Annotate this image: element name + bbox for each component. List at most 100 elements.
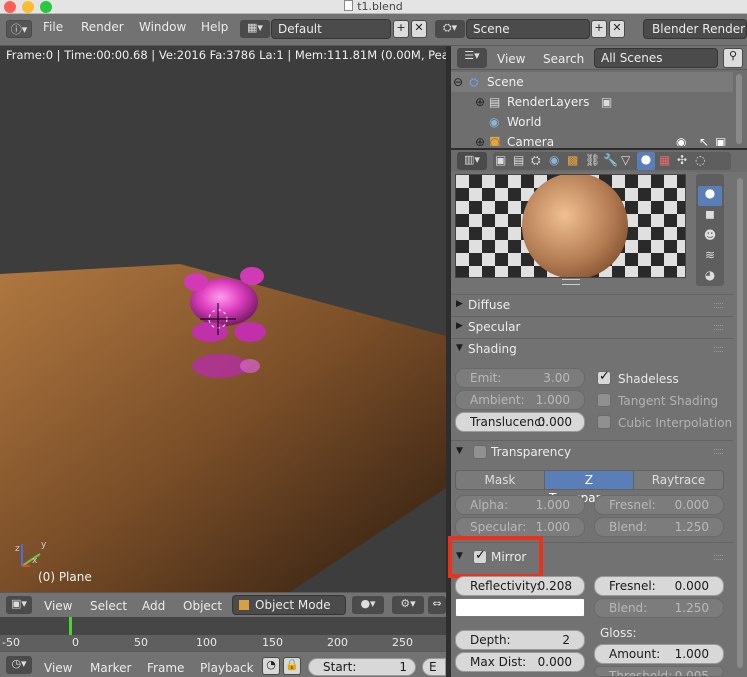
menu-frame[interactable]: Frame — [147, 661, 184, 675]
hair-preview-icon[interactable]: ≋ — [698, 248, 722, 268]
display-mode-dropdown[interactable]: All Scenes — [594, 48, 718, 68]
render-engine-dropdown[interactable]: Blender Render — [643, 19, 747, 39]
current-frame-marker[interactable] — [69, 617, 72, 635]
diffuse-panel-header[interactable]: ▶ Diffuse — [451, 294, 733, 316]
editor-type-info-icon[interactable]: ⓘ▾ — [6, 20, 32, 38]
tangent-shading-checkbox[interactable] — [597, 393, 611, 407]
sky-preview-icon[interactable]: ◕ — [698, 268, 722, 286]
scene-tab-icon[interactable]: ⛭ — [531, 153, 541, 168]
shading-panel-header[interactable]: ▼ Shading — [451, 338, 733, 360]
editor-type-properties-icon[interactable]: ▥▾ — [457, 152, 487, 170]
object-tab-icon[interactable]: ▩ — [567, 153, 578, 167]
modifiers-tab-icon[interactable]: 🔧 — [603, 153, 618, 167]
drag-grip-icon[interactable] — [714, 325, 723, 330]
emit-field[interactable]: Emit: 3.00 — [455, 368, 585, 388]
editor-type-timeline-icon[interactable]: ◷▾ — [6, 656, 32, 674]
start-frame-field[interactable]: Start: 1 — [308, 658, 416, 676]
menu-object[interactable]: Object — [183, 599, 222, 613]
menu-marker[interactable]: Marker — [90, 661, 131, 675]
menu-playback[interactable]: Playback — [200, 661, 254, 675]
scene-selector-icon[interactable]: ⛭▾ — [435, 20, 465, 38]
menu-search[interactable]: Search — [543, 52, 584, 66]
particles-tab-icon[interactable]: ✣ — [677, 153, 687, 167]
menu-view[interactable]: View — [44, 661, 72, 675]
mirror-color-swatch[interactable] — [455, 598, 585, 617]
editor-type-outliner-icon[interactable]: ☰▾ — [457, 48, 487, 68]
expand-icon[interactable]: ⊕ — [475, 132, 485, 146]
render-tab-icon[interactable]: ▣ — [495, 153, 506, 167]
physics-tab-icon[interactable]: ◌ — [695, 153, 705, 167]
specular-panel-header[interactable]: ▶ Specular — [451, 316, 733, 338]
search-icon[interactable]: ⚲ — [723, 48, 743, 68]
mirror-fresnel-field[interactable]: Fresnel: 0.000 — [594, 576, 724, 596]
menu-view[interactable]: View — [497, 52, 525, 66]
outliner-item-world[interactable]: ◉ World — [451, 112, 733, 132]
visibility-eye-icon[interactable]: ◉ — [676, 132, 686, 146]
drag-grip-icon[interactable] — [714, 449, 723, 454]
reflectivity-field[interactable]: Reflectivity: 0.208 — [455, 576, 585, 596]
monkey-preview-icon[interactable]: ☻ — [698, 228, 722, 248]
translucency-field[interactable]: Translucenc: 0.000 — [455, 412, 585, 432]
material-tab-icon[interactable]: ● — [637, 152, 655, 170]
menu-add[interactable]: Add — [142, 599, 165, 613]
constraints-tab-icon[interactable]: ⛓ — [585, 153, 600, 167]
outliner-item-scene[interactable]: ⊖ ⛭ Scene — [451, 72, 733, 92]
timeline-track[interactable] — [0, 617, 446, 635]
menu-select[interactable]: Select — [90, 599, 127, 613]
render-camera-icon[interactable]: ▣ — [715, 132, 726, 146]
clock-icon[interactable]: ◔ — [262, 657, 280, 675]
lock-icon[interactable]: 🔒 — [283, 657, 301, 675]
gloss-amount-field[interactable]: Amount: 1.000 — [594, 644, 724, 664]
outliner-item-renderlayers[interactable]: ⊕ ▤ RenderLayers ▣ — [451, 92, 733, 112]
properties-scrollbar[interactable] — [737, 178, 743, 668]
collapse-icon[interactable]: ⊖ — [453, 72, 463, 92]
tab-z-transparency[interactable]: Z Transparency — [544, 470, 634, 505]
cube-preview-icon[interactable]: ◼ — [698, 207, 722, 227]
menu-file[interactable]: File — [43, 20, 63, 34]
depth-field[interactable]: Depth: 2 — [455, 630, 585, 650]
layout-dropdown[interactable]: Default — [271, 19, 391, 39]
transparency-specular-field[interactable]: Specular: 1.000 — [455, 517, 585, 537]
transparency-blend-field[interactable]: Blend: 1.250 — [594, 517, 724, 537]
alpha-field[interactable]: Alpha: 1.000 — [455, 495, 585, 515]
gloss-threshold-field[interactable]: Threshold: 0.005 — [594, 666, 724, 677]
world-tab-icon[interactable]: ◉ — [549, 153, 559, 167]
menu-view[interactable]: View — [44, 599, 72, 613]
tab-mask[interactable]: Mask — [455, 470, 545, 490]
sphere-preview-icon[interactable]: ● — [698, 186, 722, 206]
renderlayers-tab-icon[interactable]: ▤ — [513, 153, 524, 167]
texture-tab-icon[interactable]: ▦ — [659, 153, 670, 167]
manipulator-icon[interactable]: ⇔ — [428, 596, 446, 614]
drag-grip-icon[interactable] — [714, 555, 723, 560]
end-frame-field[interactable]: E — [422, 658, 446, 676]
drag-grip-icon[interactable] — [714, 303, 723, 308]
shadeless-checkbox[interactable] — [597, 369, 611, 385]
preview-resize-handle[interactable] — [562, 279, 580, 285]
remove-scene-icon[interactable]: ✕ — [609, 20, 625, 38]
menu-render[interactable]: Render — [81, 20, 124, 34]
viewport-shading-icon[interactable]: ●▾ — [352, 596, 384, 614]
menu-window[interactable]: Window — [139, 20, 186, 34]
add-scene-icon[interactable]: + — [591, 20, 607, 38]
drag-grip-icon[interactable] — [714, 347, 723, 352]
outliner-item-camera[interactable]: ⊕ ◙ Camera ◉ ↖ ▣ — [451, 132, 733, 146]
ambient-field[interactable]: Ambient: 1.000 — [455, 390, 585, 410]
max-dist-field[interactable]: Max Dist: 0.000 — [455, 652, 585, 672]
mirror-blend-field[interactable]: Blend: 1.250 — [594, 598, 724, 618]
menu-help[interactable]: Help — [201, 20, 228, 34]
interaction-mode-dropdown[interactable]: Object Mode — [232, 595, 346, 615]
remove-layout-icon[interactable]: ✕ — [411, 20, 427, 38]
outliner-scrollbar[interactable] — [736, 74, 742, 144]
data-tab-icon[interactable]: ▽ — [621, 153, 630, 167]
expand-icon[interactable]: ⊕ — [475, 92, 485, 112]
scene-dropdown[interactable]: Scene — [466, 19, 590, 39]
timeline-area[interactable] — [0, 617, 446, 651]
editor-type-3d-icon[interactable]: ▣▾ — [6, 596, 32, 614]
cubic-interpolation-checkbox[interactable] — [597, 415, 611, 429]
add-layout-icon[interactable]: + — [393, 20, 409, 38]
tab-raytrace[interactable]: Raytrace — [633, 470, 724, 490]
transparency-fresnel-field[interactable]: Fresnel: 0.000 — [594, 495, 724, 515]
pivot-point-icon[interactable]: ⚙▾ — [392, 596, 424, 614]
transparency-panel-header[interactable]: ▼ Transparency — [451, 440, 733, 464]
3d-viewport[interactable]: y x z (0) Plane — [0, 46, 446, 592]
